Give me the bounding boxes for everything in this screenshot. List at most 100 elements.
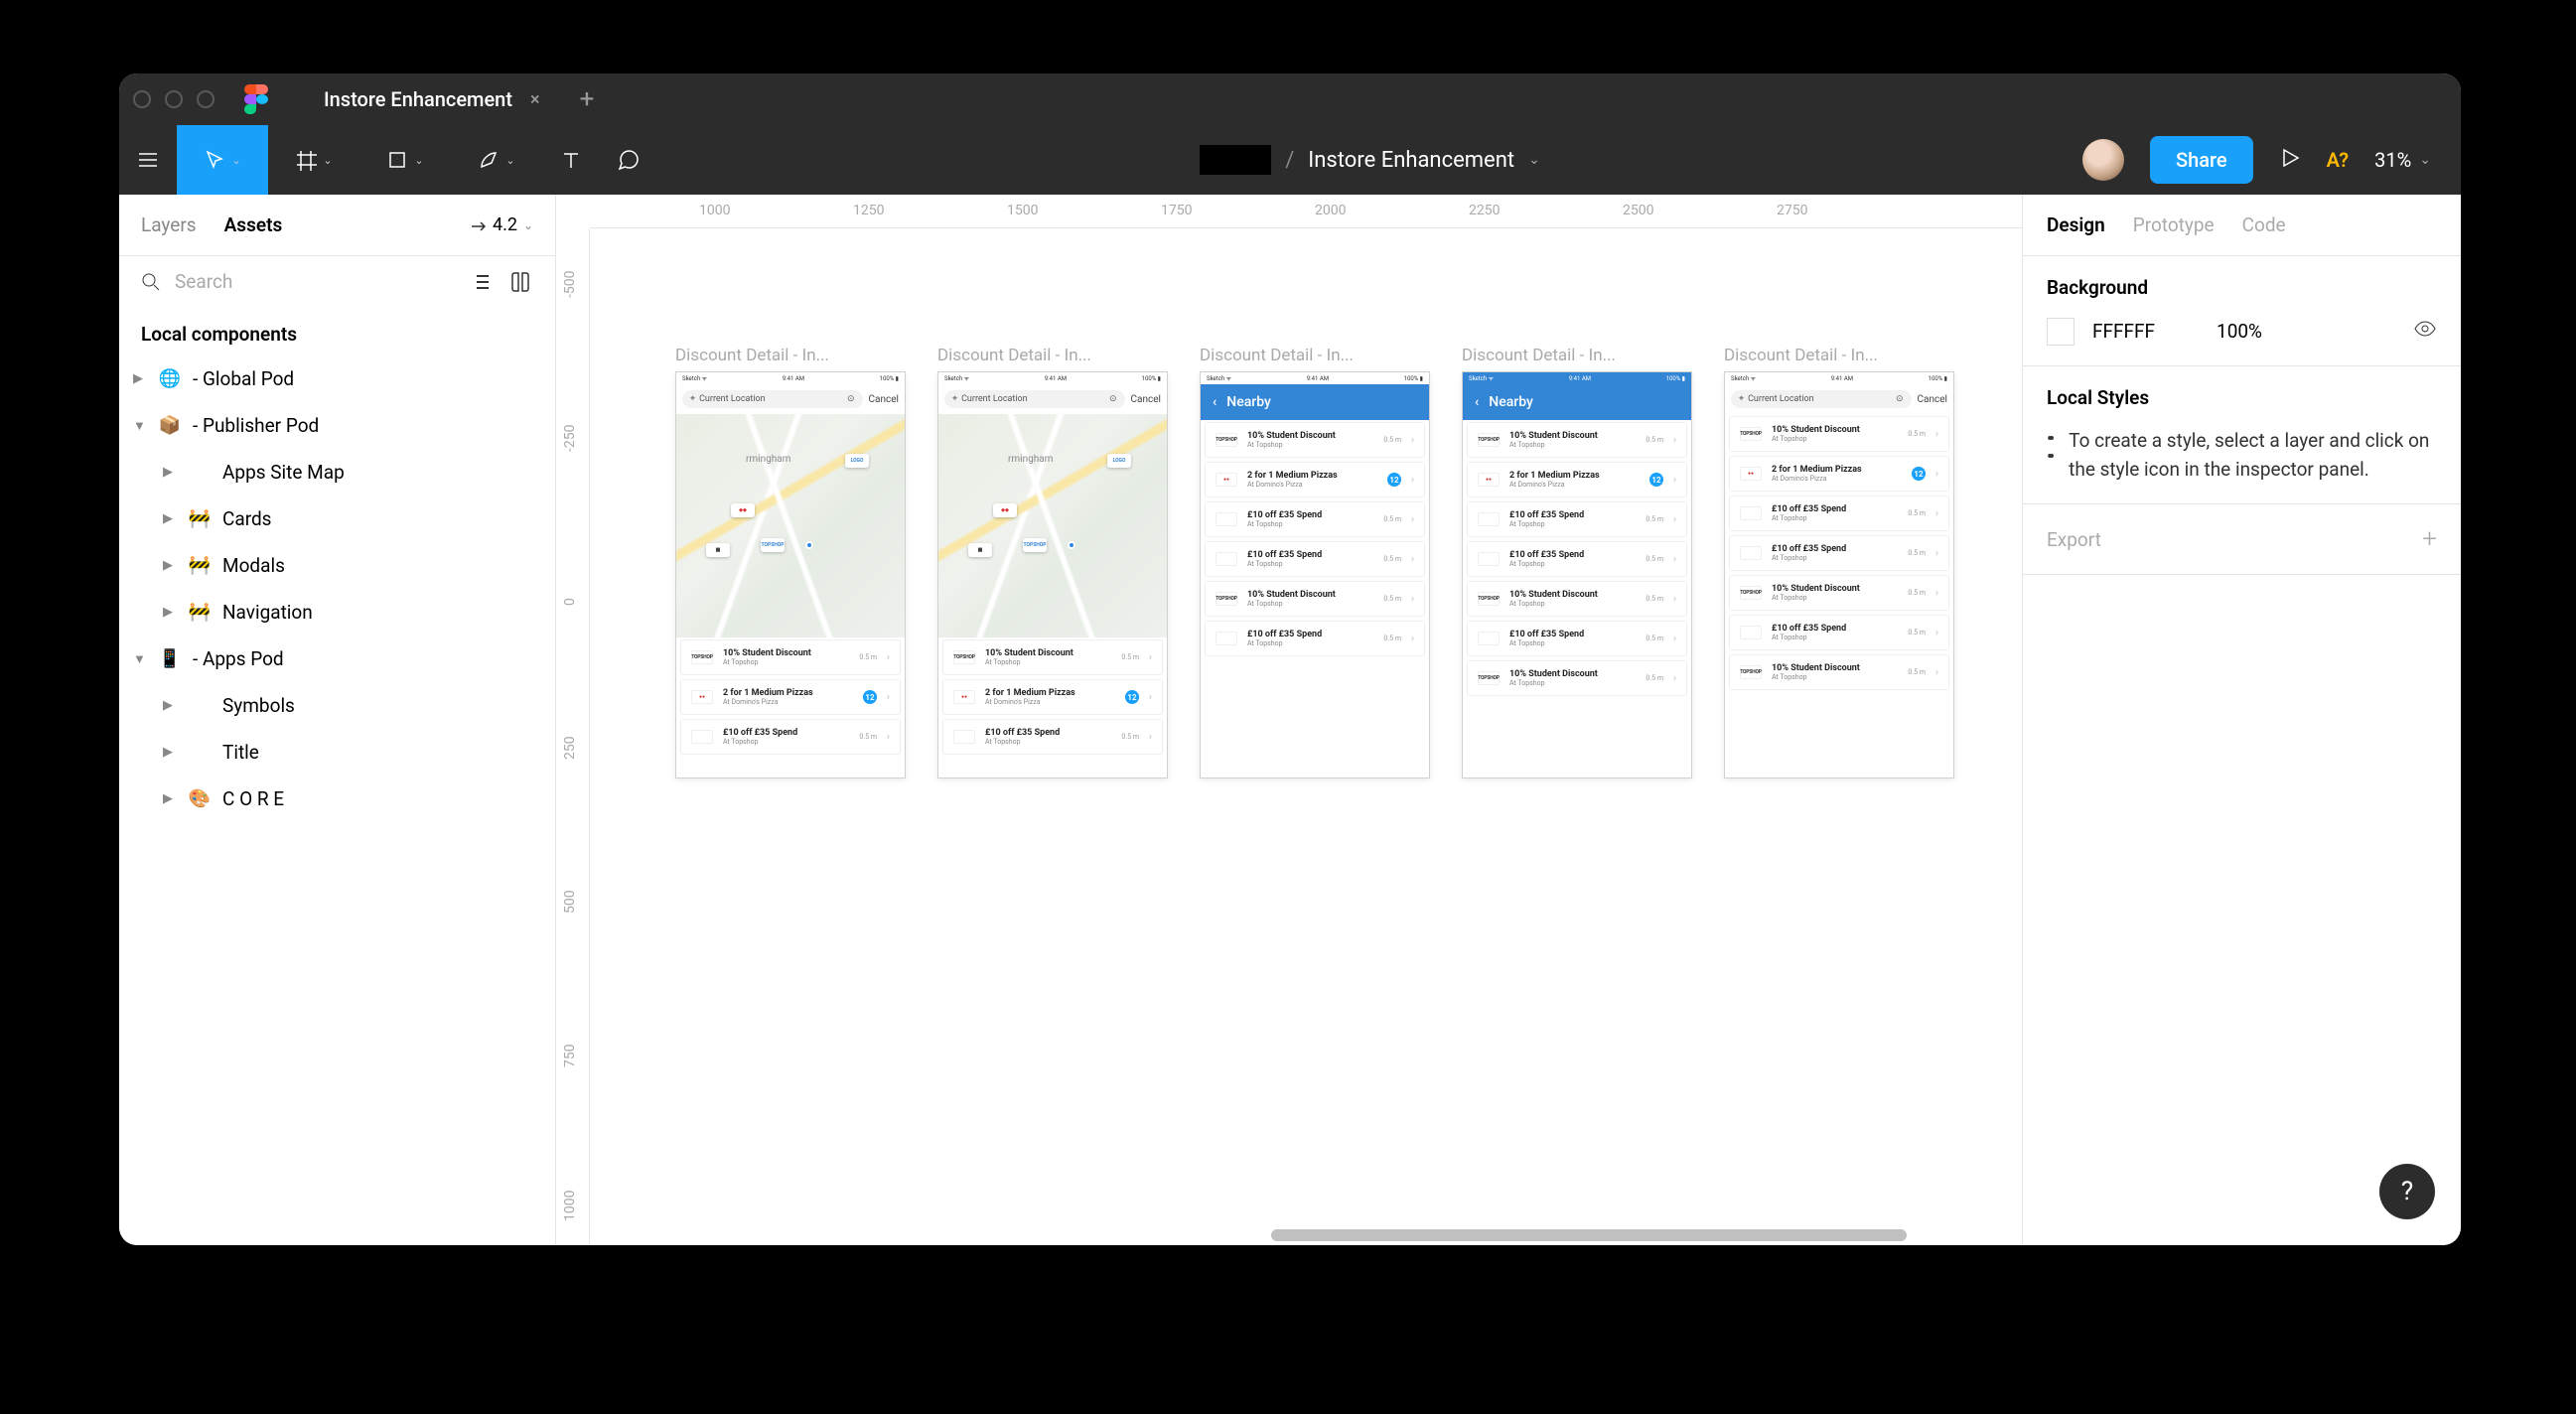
asset-search-input[interactable]	[175, 270, 456, 293]
minimize-window-button[interactable]	[165, 90, 183, 108]
artboard[interactable]: Sketch ᯤ9:41 AM100% ▮‹NearbyTOPSHOP10% S…	[1462, 371, 1692, 778]
mock-card-title: £10 off £35 Spend	[1509, 510, 1636, 520]
document-title-area: / Instore Enhancement ⌄	[657, 145, 2082, 175]
document-name[interactable]: Instore Enhancement	[1308, 148, 1514, 173]
new-tab-button[interactable]: +	[580, 84, 595, 114]
mock-map-pin: LOGO	[1107, 454, 1131, 468]
canvas[interactable]: Discount Detail - In... Sketch ᯤ9:41 AM10…	[616, 246, 2022, 1245]
main-menu-button[interactable]	[119, 125, 177, 195]
frame-label[interactable]: Discount Detail - In...	[937, 346, 1156, 365]
mock-map-pin: TOPSHOP	[761, 538, 785, 552]
share-button[interactable]: Share	[2150, 136, 2253, 184]
tree-item[interactable]: ▶🚧Modals	[119, 542, 555, 589]
chevron-right-icon: ›	[1411, 514, 1414, 525]
chevron-right-icon: ›	[1673, 594, 1676, 605]
missing-fonts-icon[interactable]: A?	[2327, 148, 2350, 172]
tree-item[interactable]: ▶Title	[119, 729, 555, 776]
mock-card-list: TOPSHOP10% Student DiscountAt Topshop0.5…	[1463, 420, 1691, 698]
mock-card-sub: At Topshop	[1772, 594, 1898, 602]
tree-item-label: C O R E	[222, 787, 284, 810]
mock-discount-card: £10 off £35 SpendAt Topshop0.5 m›	[942, 719, 1163, 755]
tab-prototype[interactable]: Prototype	[2133, 213, 2215, 236]
tree-item[interactable]: ▶Symbols	[119, 682, 555, 729]
chevron-right-icon: ›	[1935, 508, 1938, 519]
maximize-window-button[interactable]	[197, 90, 215, 108]
tree-item[interactable]: ▶🎨C O R E	[119, 776, 555, 822]
mock-cancel-link: Cancel	[869, 394, 899, 405]
mock-card-sub: At Topshop	[1509, 441, 1636, 449]
tree-item[interactable]: ▶🚧Navigation	[119, 589, 555, 636]
user-avatar[interactable]	[2082, 139, 2124, 181]
chevron-right-icon: ›	[1673, 634, 1676, 644]
artboard[interactable]: Sketch ᯤ9:41 AM100% ▮⌖Current Location⊙C…	[1724, 371, 1954, 778]
shape-tool[interactable]: ⌄	[359, 125, 451, 195]
mock-card-logo	[1478, 512, 1500, 526]
frame-label[interactable]: Discount Detail - In...	[675, 346, 894, 365]
background-hex[interactable]: FFFFFF	[2092, 320, 2155, 343]
visibility-toggle-icon[interactable]	[2413, 317, 2437, 346]
chevron-right-icon: ›	[1149, 732, 1152, 743]
chevron-right-icon: ›	[1935, 628, 1938, 638]
pen-tool[interactable]: ⌄	[451, 125, 542, 195]
artboard[interactable]: Sketch ᯤ9:41 AM100% ▮⌖Current Location⊙C…	[675, 371, 906, 778]
document-tab[interactable]: Instore Enhancement ×	[302, 73, 562, 125]
artboard[interactable]: Sketch ᯤ9:41 AM100% ▮⌖Current Location⊙C…	[937, 371, 1168, 778]
ruler-tick: 1500	[1007, 203, 1038, 218]
tab-code[interactable]: Code	[2242, 213, 2286, 236]
comment-tool[interactable]	[600, 125, 657, 195]
background-opacity[interactable]: 100%	[2217, 320, 2262, 343]
text-tool[interactable]	[542, 125, 600, 195]
library-icon[interactable]	[509, 271, 533, 293]
document-menu-caret[interactable]: ⌄	[1528, 152, 1540, 168]
asset-search-row	[119, 256, 555, 307]
help-button[interactable]: ?	[2379, 1164, 2435, 1219]
tab-layers[interactable]: Layers	[141, 213, 197, 236]
tree-item-icon: 🌐	[157, 368, 183, 389]
close-window-button[interactable]	[133, 90, 151, 108]
frame-label[interactable]: Discount Detail - In...	[1200, 346, 1418, 365]
document-tab-label: Instore Enhancement	[324, 87, 512, 111]
present-button[interactable]	[2279, 147, 2301, 173]
traffic-lights	[133, 90, 215, 108]
ruler-tick: -250	[562, 425, 578, 452]
chevron-right-icon: ›	[1411, 554, 1414, 565]
tab-design[interactable]: Design	[2047, 213, 2105, 236]
mock-card-sub: At Domino's Pizza	[1772, 475, 1902, 483]
tree-item[interactable]: ▶🚧Cards	[119, 495, 555, 542]
artboard[interactable]: Sketch ᯤ9:41 AM100% ▮‹NearbyTOPSHOP10% S…	[1200, 371, 1430, 778]
horizontal-scrollbar[interactable]	[1271, 1229, 1907, 1241]
list-view-icon[interactable]	[470, 271, 492, 293]
tree-item[interactable]: ▼📦- Publisher Pod	[119, 402, 555, 449]
zoom-control[interactable]: 31% ⌄	[2374, 148, 2431, 172]
tree-arrow-icon: ▶	[163, 605, 177, 620]
canvas-area[interactable]: 10001250150017502000225025002750 -500-25…	[556, 195, 2022, 1245]
mock-search-row: ⌖Current Location⊙Cancel	[938, 384, 1167, 414]
page-selector[interactable]: 4.2 ⌄	[469, 214, 533, 235]
ruler-tick: 1750	[1161, 203, 1192, 218]
tree-item[interactable]: ▶Apps Site Map	[119, 449, 555, 495]
mock-card-logo: TOPSHOP	[1478, 592, 1500, 606]
tree-item[interactable]: ▼📱- Apps Pod	[119, 636, 555, 682]
frame-label[interactable]: Discount Detail - In...	[1724, 346, 1942, 365]
frame-tool[interactable]: ⌄	[268, 125, 359, 195]
mock-cancel-link: Cancel	[1918, 394, 1947, 405]
mock-card-distance: 0.5 m	[1121, 733, 1139, 741]
figma-logo-icon[interactable]	[244, 84, 268, 114]
mock-card-logo	[1478, 632, 1500, 645]
add-export-button[interactable]: +	[2422, 524, 2437, 554]
move-tool[interactable]: ⌄	[177, 125, 268, 195]
ruler-tick: 750	[562, 1044, 578, 1067]
background-swatch[interactable]	[2047, 318, 2075, 346]
mock-card-logo: TOPSHOP	[1478, 671, 1500, 685]
mock-card-logo	[1740, 506, 1762, 520]
mock-card-badge: 12	[1912, 467, 1926, 481]
chevron-right-icon: ›	[1411, 594, 1414, 605]
frame-label[interactable]: Discount Detail - In...	[1462, 346, 1680, 365]
tree-item-label: Navigation	[222, 601, 313, 624]
back-icon: ‹	[1213, 394, 1216, 410]
tree-item[interactable]: ▶🌐- Global Pod	[119, 355, 555, 402]
tab-assets[interactable]: Assets	[224, 213, 283, 236]
page-selector-label: 4.2	[493, 214, 517, 235]
close-tab-icon[interactable]: ×	[530, 89, 540, 110]
mock-card-title: 2 for 1 Medium Pizzas	[985, 688, 1115, 698]
